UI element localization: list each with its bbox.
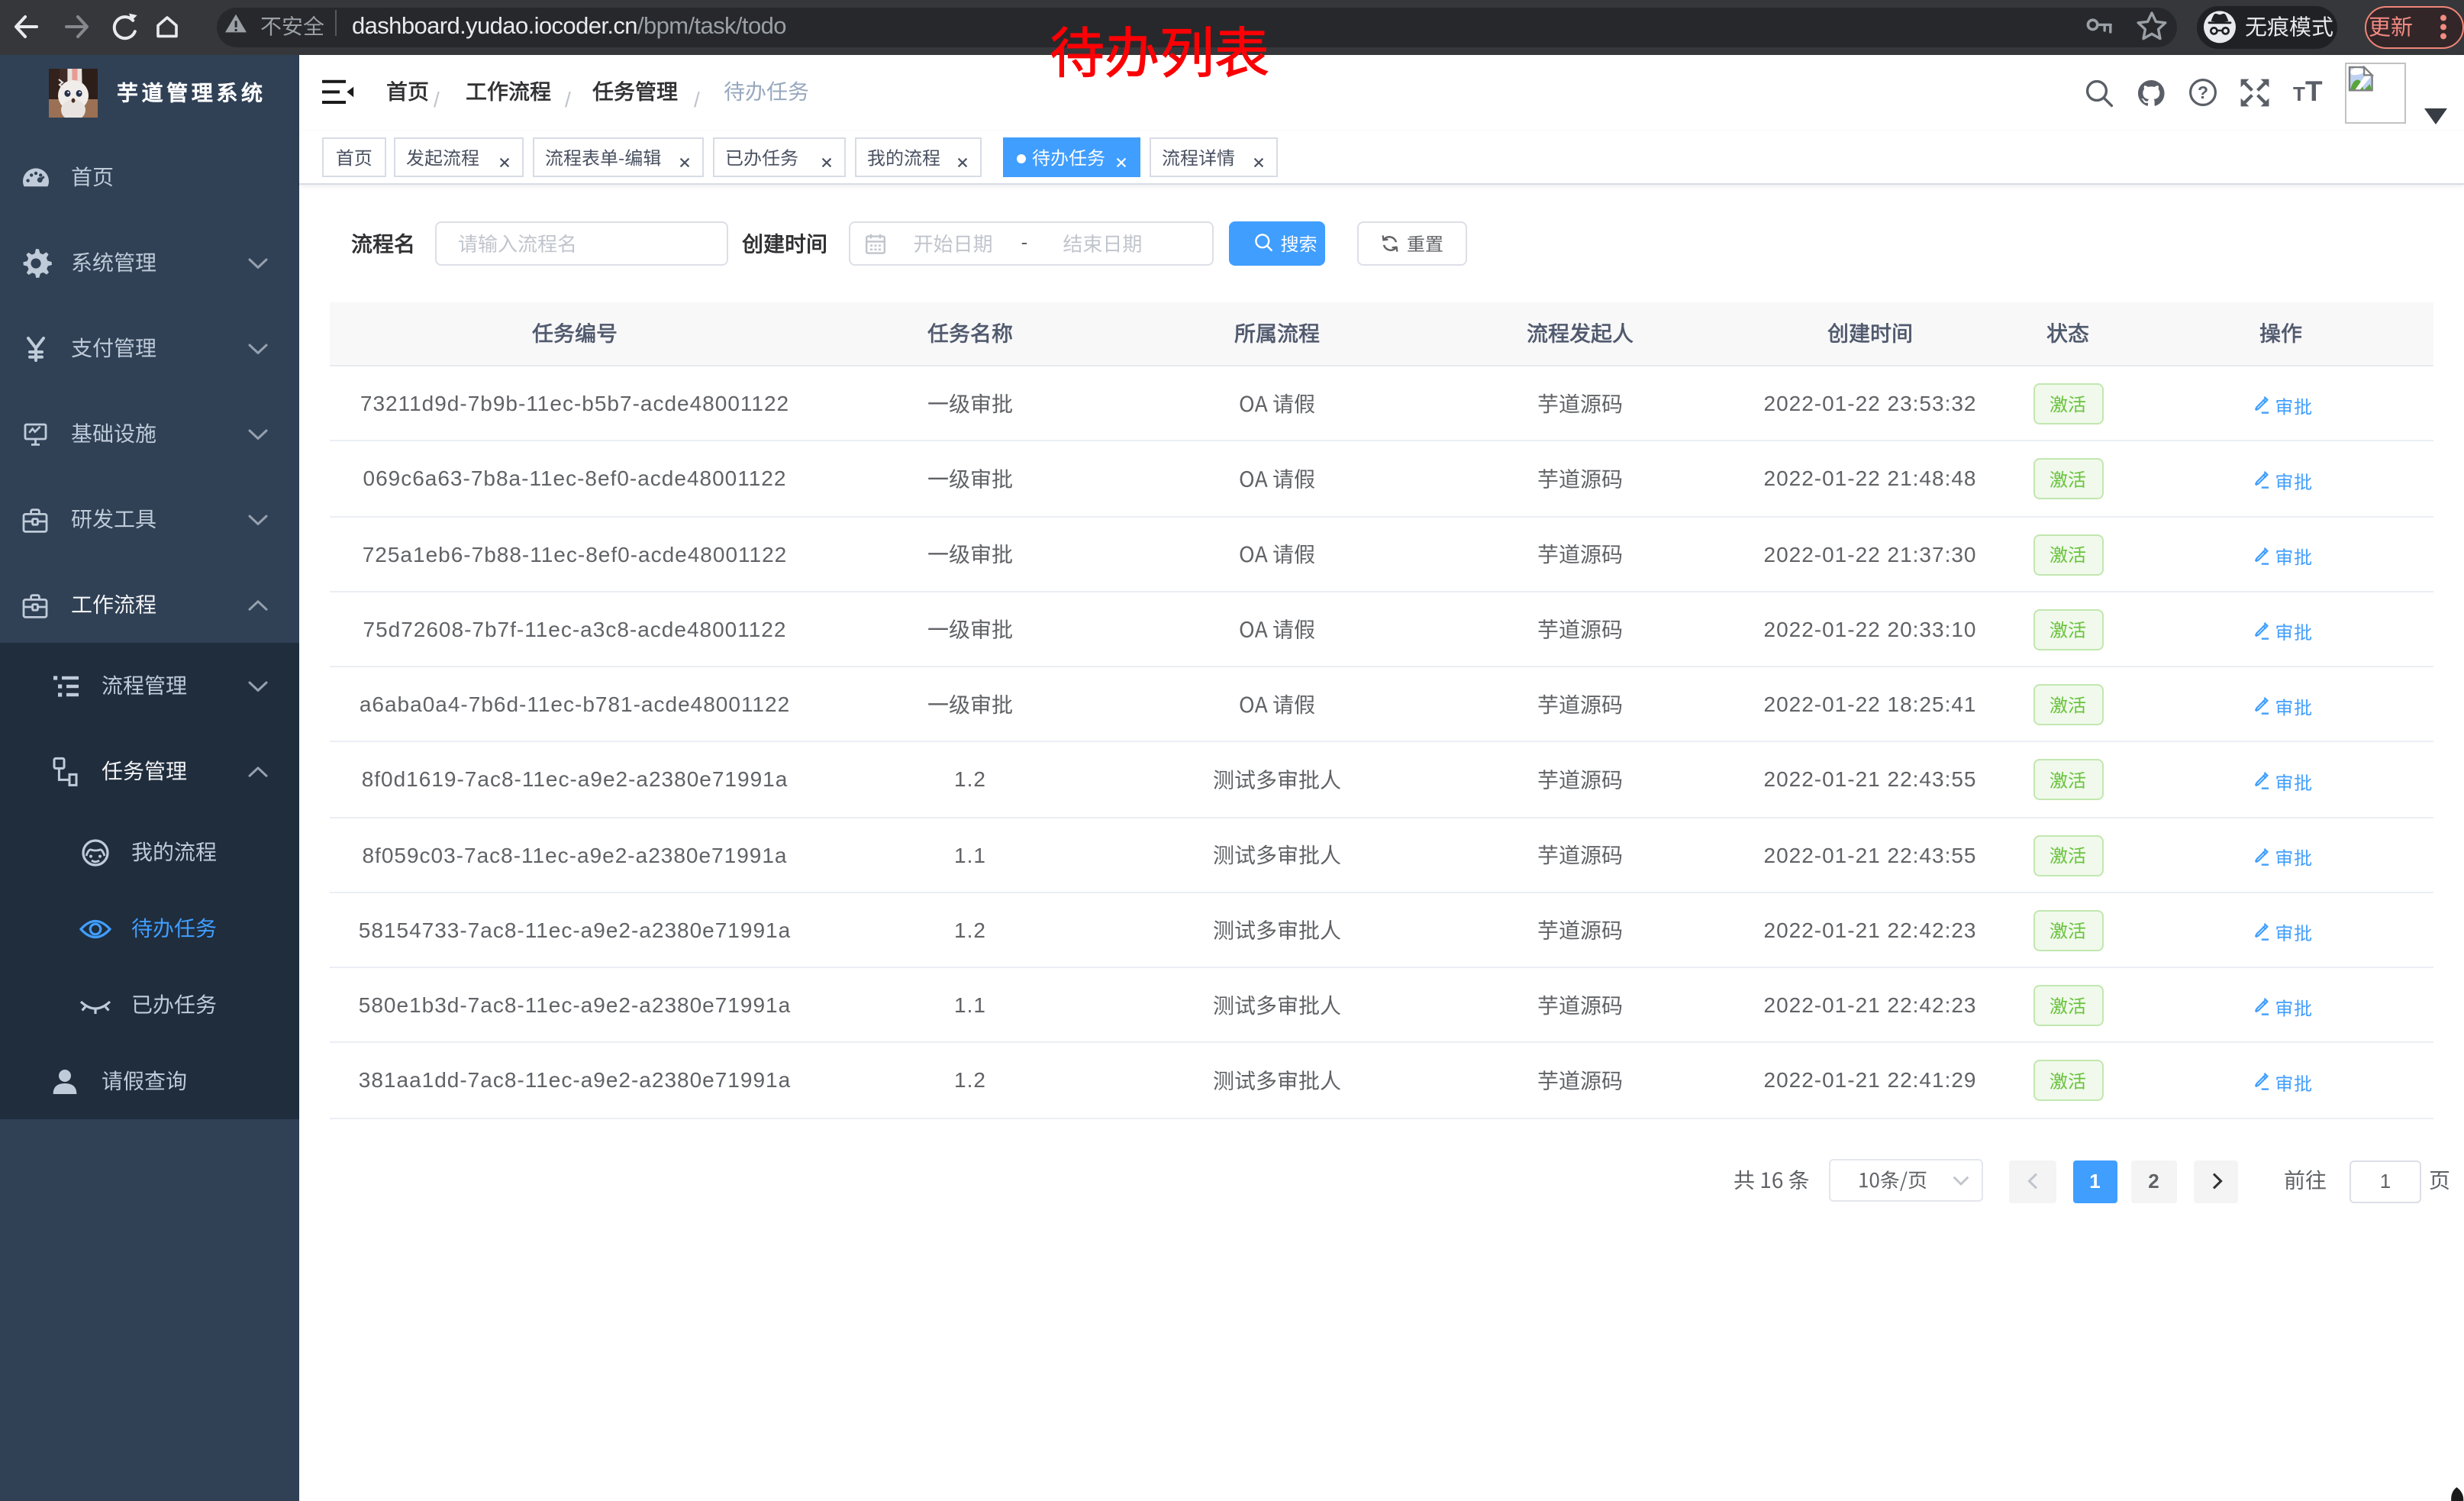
svg-text:T: T	[2293, 82, 2305, 105]
svg-text:T: T	[2305, 76, 2323, 107]
svg-text:?: ?	[2198, 82, 2208, 102]
